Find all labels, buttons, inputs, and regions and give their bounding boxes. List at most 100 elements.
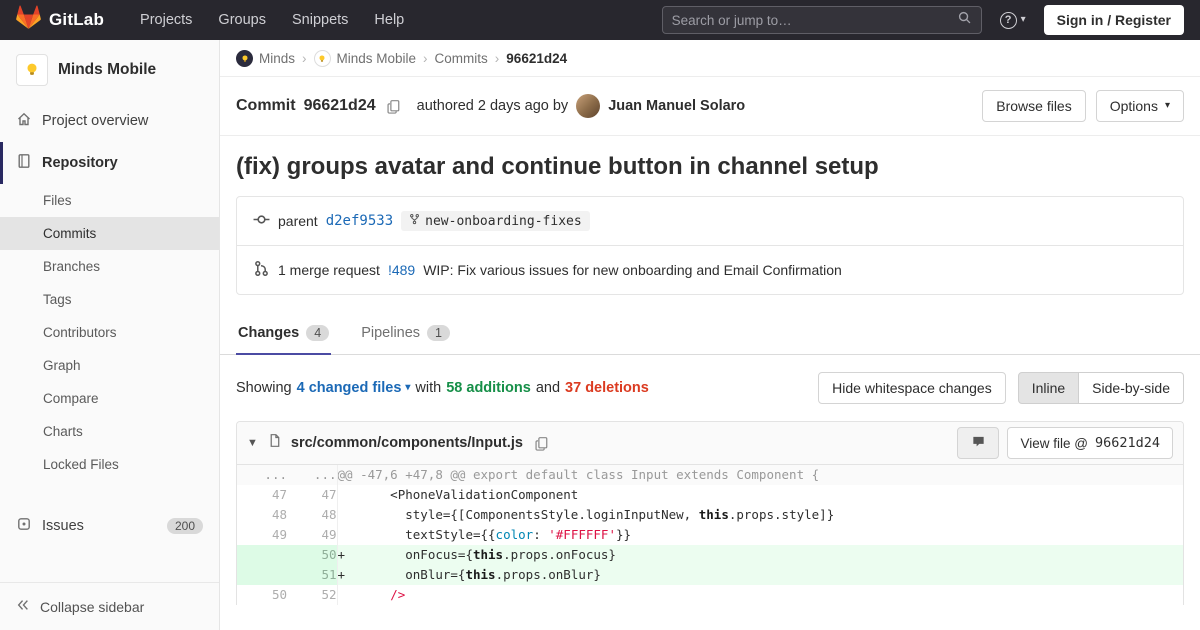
sidebar-item-label: Repository <box>42 155 118 171</box>
branch-icon <box>409 213 420 229</box>
copy-path-button[interactable] <box>532 434 551 453</box>
diff-line-add: 51+ onBlur={this.props.onBlur} <box>237 565 1183 585</box>
view-file-sha: 96621d24 <box>1095 435 1160 451</box>
sidebar-item-tags[interactable]: Tags <box>0 283 219 316</box>
parent-label: parent <box>278 213 318 229</box>
author-name[interactable]: Juan Manuel Solaro <box>608 98 745 114</box>
copy-sha-button[interactable] <box>384 97 403 116</box>
group-avatar <box>236 50 253 67</box>
diff-line-context: 4848 style={[ComponentsStyle.loginInputN… <box>237 505 1183 525</box>
repository-icon <box>16 153 32 173</box>
sidebar-item-compare[interactable]: Compare <box>0 382 219 415</box>
code-segment: /> <box>390 587 405 602</box>
new-line-number[interactable]: 47 <box>287 485 337 505</box>
help-dropdown[interactable]: ? ▾ <box>1000 12 1026 29</box>
sidebar-item-label: Project overview <box>42 113 148 129</box>
parent-sha-link[interactable]: d2ef9533 <box>326 213 393 229</box>
sidebar-item-issues[interactable]: Issues 200 <box>0 505 219 547</box>
collapse-icon <box>16 598 30 615</box>
commit-title: (fix) groups avatar and continue button … <box>236 153 1184 181</box>
sidebar-item-project-overview[interactable]: Project overview <box>0 100 219 142</box>
sidebar-item-commits[interactable]: Commits <box>0 217 219 250</box>
old-line-number[interactable]: ... <box>237 465 287 485</box>
old-line-number[interactable]: 49 <box>237 525 287 545</box>
breadcrumb: Minds › Minds Mobile › Commits › 96621d2… <box>220 40 1200 77</box>
sidebar-item-charts[interactable]: Charts <box>0 415 219 448</box>
new-line-number[interactable]: ... <box>287 465 337 485</box>
browse-files-button[interactable]: Browse files <box>982 90 1085 122</box>
breadcrumb-label: Minds Mobile <box>337 51 417 66</box>
mr-count-text: 1 merge request <box>278 262 380 278</box>
navbar-right: ? ▾ Sign in / Register <box>662 5 1184 35</box>
tab-pipelines[interactable]: Pipelines 1 <box>359 311 452 355</box>
diff-file-path[interactable]: src/common/components/Input.js <box>291 435 523 451</box>
code-segment: this <box>473 547 503 562</box>
old-line-number[interactable]: 47 <box>237 485 287 505</box>
breadcrumb-group[interactable]: Minds <box>236 50 295 67</box>
gitlab-home-link[interactable]: GitLab <box>16 5 104 35</box>
toggle-comments-button[interactable] <box>957 427 999 459</box>
mr-ref-link[interactable]: !489 <box>388 262 415 278</box>
search-input[interactable] <box>672 13 957 28</box>
commit-icon <box>253 211 270 231</box>
commit-label: Commit <box>236 97 296 115</box>
help-icon: ? <box>1000 12 1017 29</box>
collapse-sidebar-button[interactable]: Collapse sidebar <box>0 582 219 630</box>
sidebar-item-branches[interactable]: Branches <box>0 250 219 283</box>
changed-files-label: 4 changed files <box>297 380 402 396</box>
changed-files-dropdown[interactable]: 4 changed files ▾ <box>297 380 411 396</box>
project-sidebar: Minds Mobile Project overview Repository… <box>0 40 220 630</box>
sidebar-item-locked-files[interactable]: Locked Files <box>0 448 219 481</box>
old-line-number[interactable]: 50 <box>237 585 287 605</box>
sidebar-item-graph[interactable]: Graph <box>0 349 219 382</box>
old-line-number[interactable] <box>237 545 287 565</box>
new-line-number[interactable]: 50 <box>287 545 337 565</box>
code-line: @@ -47,6 +47,8 @@ export default class I… <box>337 465 1183 485</box>
branch-ref-label[interactable]: new-onboarding-fixes <box>401 211 590 231</box>
project-avatar-small <box>314 50 331 67</box>
code-segment: color <box>496 527 534 542</box>
hide-whitespace-button[interactable]: Hide whitespace changes <box>818 372 1006 404</box>
nav-link-help[interactable]: Help <box>374 12 404 28</box>
breadcrumb-project[interactable]: Minds Mobile <box>314 50 417 67</box>
sign-in-register-button[interactable]: Sign in / Register <box>1044 5 1184 35</box>
author-avatar[interactable] <box>576 94 600 118</box>
side-by-side-view-button[interactable]: Side-by-side <box>1079 372 1184 404</box>
code-segment: this <box>465 567 495 582</box>
deletions-count: 37 deletions <box>565 380 649 396</box>
breadcrumb-separator: › <box>302 51 307 66</box>
options-dropdown-button[interactable]: Options ▾ <box>1096 90 1184 122</box>
code-segment: .props.onFocus} <box>503 547 616 562</box>
collapse-diff-icon[interactable]: ▼ <box>247 437 258 449</box>
authored-text: authored 2 days ago by <box>417 98 569 114</box>
view-file-button[interactable]: View file @ 96621d24 <box>1007 427 1173 459</box>
sidebar-item-repository[interactable]: Repository <box>0 142 219 184</box>
pipelines-count-badge: 1 <box>427 325 450 341</box>
code-segment: textStyle={{ <box>345 527 496 542</box>
old-line-number[interactable] <box>237 565 287 585</box>
nav-link-groups[interactable]: Groups <box>218 12 266 28</box>
home-icon <box>16 111 32 131</box>
project-avatar <box>16 54 48 86</box>
new-line-number[interactable]: 51 <box>287 565 337 585</box>
inline-view-button[interactable]: Inline <box>1018 372 1079 404</box>
changes-count-badge: 4 <box>306 325 329 341</box>
new-line-number[interactable]: 48 <box>287 505 337 525</box>
breadcrumb-commits[interactable]: Commits <box>435 51 488 66</box>
breadcrumb-current-sha: 96621d24 <box>506 51 567 66</box>
with-text: with <box>415 380 441 396</box>
new-line-number[interactable]: 49 <box>287 525 337 545</box>
tab-changes[interactable]: Changes 4 <box>236 311 331 355</box>
nav-link-projects[interactable]: Projects <box>140 12 192 28</box>
diff-line-add: 50+ onFocus={this.props.onFocus} <box>237 545 1183 565</box>
sidebar-item-contributors[interactable]: Contributors <box>0 316 219 349</box>
code-line: <PhoneValidationComponent <box>337 485 1183 505</box>
sidebar-item-files[interactable]: Files <box>0 184 219 217</box>
project-context[interactable]: Minds Mobile <box>0 40 219 100</box>
nav-link-snippets[interactable]: Snippets <box>292 12 348 28</box>
diff-line-context: 5052 /> <box>237 585 1183 605</box>
code-segment: : <box>533 527 548 542</box>
new-line-number[interactable]: 52 <box>287 585 337 605</box>
old-line-number[interactable]: 48 <box>237 505 287 525</box>
commit-sha: 96621d24 <box>304 97 376 115</box>
